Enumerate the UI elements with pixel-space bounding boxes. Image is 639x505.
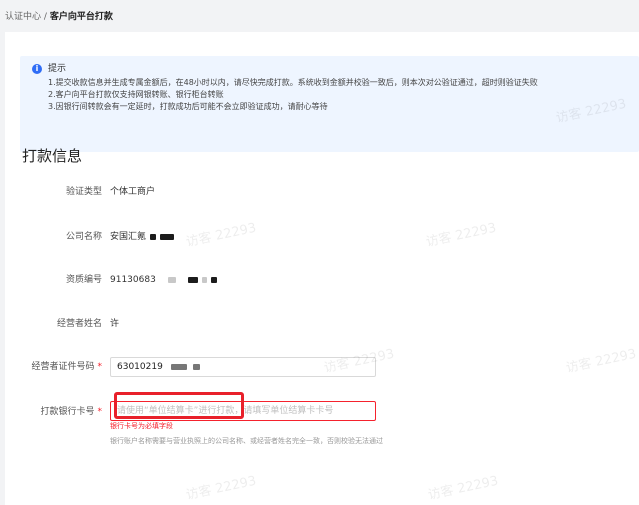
required-mark: * — [97, 407, 103, 417]
company-name-label: 公司名称 — [65, 232, 102, 242]
notice-panel: i 提示 1.提交收款信息并生成专属金额后，在48小时以内，请尽快完成打款。系统… — [20, 56, 639, 152]
operator-id-label: 经营者证件号码 — [31, 362, 95, 372]
info-icon: i — [32, 64, 42, 74]
redaction-mask — [210, 276, 217, 283]
license-no-row: 91130683 — [110, 274, 217, 286]
redaction-mask — [187, 276, 198, 283]
notice-title: 提示 — [48, 64, 67, 74]
operator-id-value: 63010219 — [117, 362, 163, 372]
main-card: i 提示 1.提交收款信息并生成专属金额后，在48小时以内，请尽快完成打款。系统… — [5, 32, 639, 505]
watermark: 访客 22293 — [426, 473, 500, 504]
redaction-mask — [192, 363, 200, 370]
breadcrumb-current: 客户向平台打款 — [49, 12, 113, 22]
license-no-label: 资质编号 — [65, 275, 102, 285]
bank-card-label: 打款银行卡号 — [40, 407, 95, 417]
operator-id-input[interactable]: 63010219 — [110, 357, 376, 377]
notice-line-1: 1.提交收款信息并生成专属金额后，在48小时以内，请尽快完成打款。系统收到金额并… — [48, 78, 538, 87]
watermark: 访客 22293 — [424, 220, 498, 251]
section-title: 打款信息 — [22, 147, 83, 165]
redaction-mask — [170, 363, 187, 370]
bank-card-help: 银行账户名称需要与营业执照上的公司名称、或经营者姓名完全一致，否则校验无法通过 — [110, 437, 383, 445]
redaction-mask — [167, 276, 176, 283]
bank-card-input[interactable] — [110, 401, 376, 421]
watermark: 访客 22293 — [564, 346, 638, 377]
notice-line-2: 2.客户向平台打款仅支持网银转账、银行柜台转账 — [48, 90, 224, 99]
breadcrumb-parent[interactable]: 认证中心 — [5, 12, 41, 22]
redaction-mask — [150, 233, 157, 240]
watermark: 访客 22293 — [184, 473, 258, 504]
breadcrumb: 认证中心 / 客户向平台打款 — [5, 11, 113, 23]
notice-line-3: 3.因银行间转款会有一定延时，打款成功后可能不会立即验证成功，请耐心等待 — [48, 102, 328, 111]
operator-name-value: 许 — [110, 319, 120, 329]
bank-card-label-row: 打款银行卡号 * — [5, 406, 102, 418]
verify-type-label: 验证类型 — [65, 187, 102, 197]
operator-id-label-row: 经营者证件号码 * — [5, 361, 102, 373]
redaction-mask — [160, 233, 175, 240]
watermark: 访客 22293 — [184, 220, 258, 251]
bank-card-error: 银行卡号为必填字段 — [110, 422, 173, 430]
company-name-row: 安国汇氪 — [110, 231, 175, 243]
license-no-value: 91130683 — [110, 275, 156, 285]
operator-name-label: 经营者姓名 — [56, 319, 102, 329]
breadcrumb-separator: / — [43, 12, 47, 22]
redaction-mask — [201, 276, 207, 283]
verify-type-value: 个体工商户 — [110, 187, 156, 197]
company-name-value: 安国汇氪 — [110, 232, 147, 242]
required-mark: * — [97, 362, 103, 372]
